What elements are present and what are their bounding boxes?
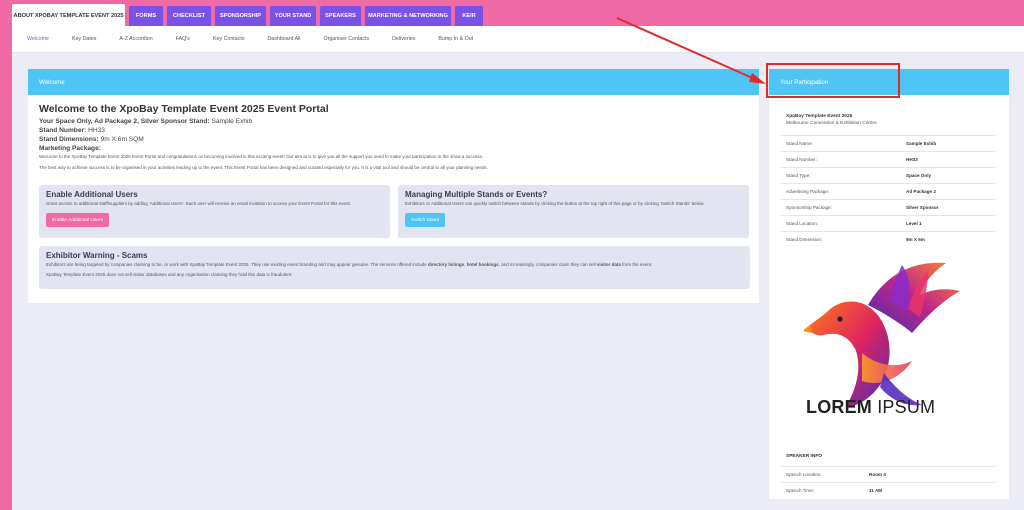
annotation-arrow-icon	[616, 17, 766, 84]
